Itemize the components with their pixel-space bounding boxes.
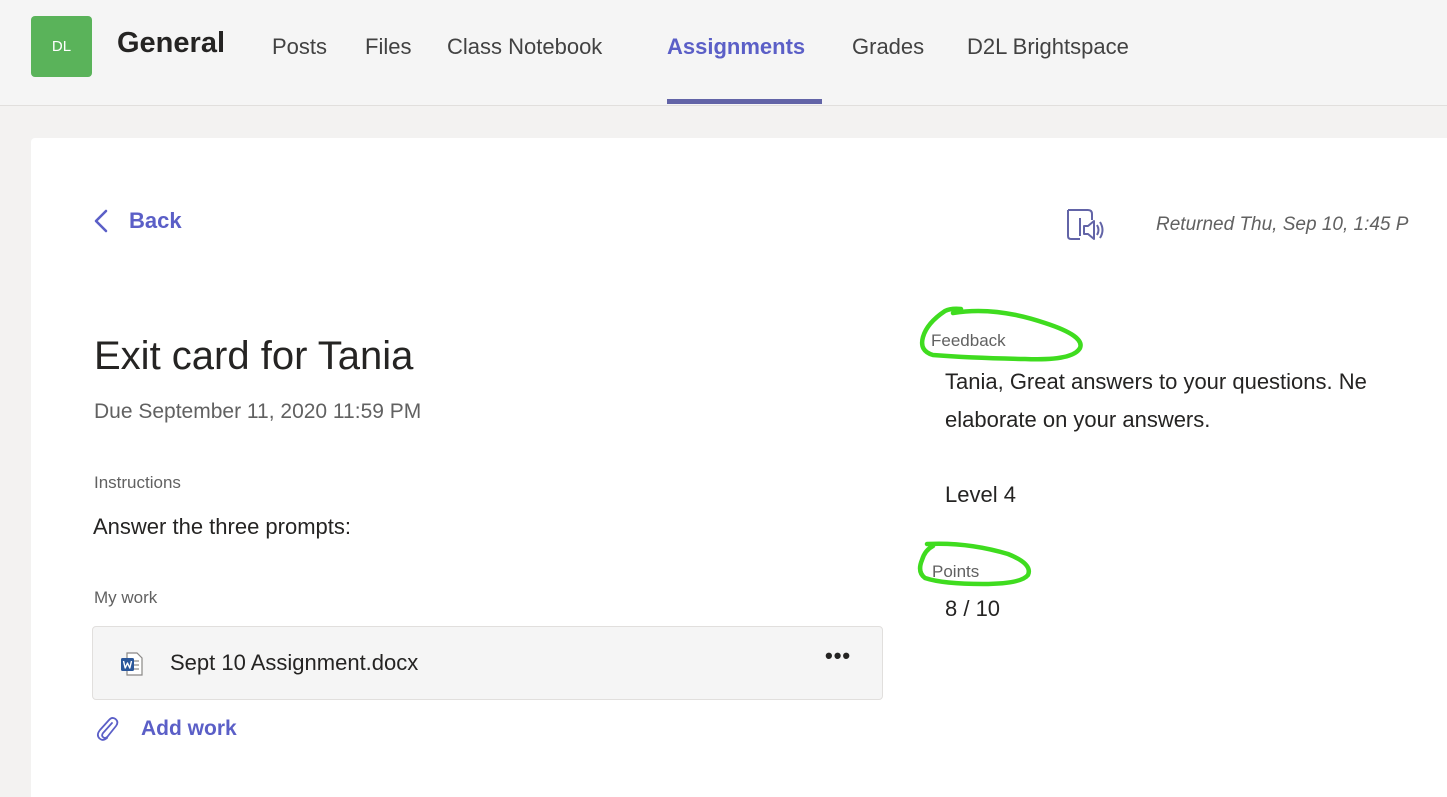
tab-d2l-brightspace[interactable]: D2L Brightspace [967, 34, 1129, 60]
add-work-button[interactable]: Add work [95, 716, 237, 742]
tab-posts[interactable]: Posts [272, 34, 327, 60]
tab-grades[interactable]: Grades [852, 34, 924, 60]
instructions-text: Answer the three prompts: [93, 514, 352, 539]
attached-file[interactable]: Sept 10 Assignment.docx ••• [92, 626, 883, 700]
due-date: Due September 11, 2020 11:59 PM [94, 400, 422, 423]
tab-assignments[interactable]: Assignments [667, 34, 805, 60]
points-value: 8 / 10 [945, 596, 1001, 621]
instructions-label: Instructions [94, 473, 181, 492]
top-bar: DL General Posts Files Class Notebook As… [0, 0, 1447, 106]
feedback-label: Feedback [931, 331, 1006, 350]
assignment-title: Exit card for Tania [94, 334, 414, 378]
chevron-left-icon [94, 209, 108, 233]
feedback-line-2: elaborate on your answers. [945, 407, 1211, 432]
paperclip-icon [96, 717, 119, 741]
tab-class-notebook[interactable]: Class Notebook [447, 34, 602, 60]
word-document-icon [121, 652, 143, 676]
add-work-label: Add work [141, 717, 237, 740]
my-work-label: My work [94, 588, 158, 607]
immersive-reader-icon[interactable] [1064, 206, 1106, 246]
active-tab-indicator [667, 99, 822, 104]
feedback-level: Level 4 [945, 482, 1016, 507]
team-avatar[interactable]: DL [31, 16, 92, 77]
back-label: Back [129, 208, 182, 233]
tab-files[interactable]: Files [365, 34, 411, 60]
returned-status: Returned Thu, Sep 10, 1:45 P [1156, 214, 1409, 235]
back-button[interactable]: Back [94, 208, 182, 234]
more-options-button[interactable]: ••• [825, 643, 851, 669]
points-label: Points [932, 562, 980, 581]
channel-title: General [117, 27, 225, 59]
feedback-line-1: Tania, Great answers to your questions. … [945, 369, 1367, 394]
avatar-initials: DL [51, 38, 72, 55]
file-name: Sept 10 Assignment.docx [170, 650, 419, 675]
feedback-text: Tania, Great answers to your questions. … [945, 363, 1367, 439]
